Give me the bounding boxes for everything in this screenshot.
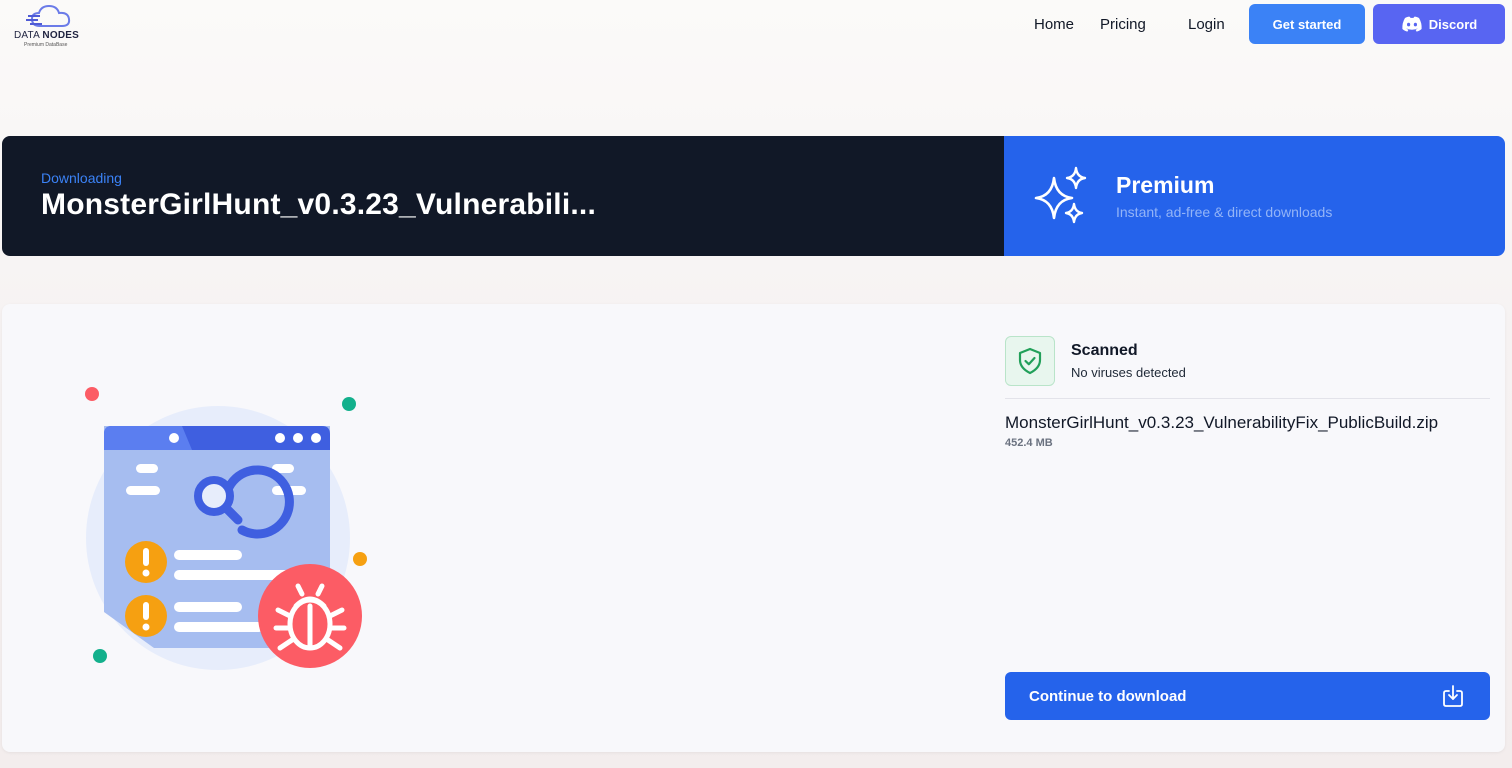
premium-banner[interactable]: Premium Instant, ad-free & direct downlo… (1004, 136, 1505, 256)
nav-pricing-link[interactable]: Pricing (1100, 16, 1146, 33)
premium-title: Premium (1116, 172, 1215, 198)
scan-subtitle: No viruses detected (1071, 365, 1186, 380)
download-card: Scanned No viruses detected MonsterGirlH… (2, 304, 1505, 752)
continue-download-label: Continue to download (1029, 687, 1187, 705)
confetti-dot-green (342, 397, 356, 411)
nav-login-link[interactable]: Login (1188, 16, 1225, 33)
scan-status-badge (1005, 336, 1055, 386)
scan-title: Scanned (1071, 342, 1138, 359)
logo-tagline: Premium DataBase (24, 42, 68, 48)
logo-title: DATA NODES (14, 30, 79, 41)
get-started-button[interactable]: Get started (1249, 4, 1365, 44)
continue-download-button[interactable]: Continue to download (1005, 672, 1490, 720)
file-size: 452.4 MB (1005, 437, 1053, 449)
file-name: MonsterGirlHunt_v0.3.23_VulnerabilityFix… (1005, 413, 1439, 432)
discord-button[interactable]: Discord (1373, 4, 1505, 44)
site-logo[interactable]: DATA NODES Premium DataBase (10, 4, 90, 48)
download-icon (1443, 685, 1463, 707)
download-banner: Downloading MonsterGirlHunt_v0.3.23_Vuln… (2, 136, 1006, 256)
discord-label: Discord (1428, 16, 1478, 32)
nav-home-link[interactable]: Home (1034, 16, 1074, 33)
divider (1005, 398, 1490, 399)
shield-check-icon (1018, 347, 1042, 375)
confetti-dot-red (85, 387, 99, 401)
confetti-dot-orange (353, 552, 367, 566)
virus-scan-illustration (85, 387, 367, 670)
banner-filename: MonsterGirlHunt_v0.3.23_Vulnerabili... (41, 188, 596, 221)
cloud-logo-icon (26, 4, 71, 27)
discord-icon (1402, 16, 1422, 32)
confetti-dot-teal (93, 649, 107, 663)
download-status: Downloading (41, 170, 122, 186)
sparkles-icon (1034, 166, 1087, 224)
premium-subtitle: Instant, ad-free & direct downloads (1116, 204, 1333, 220)
